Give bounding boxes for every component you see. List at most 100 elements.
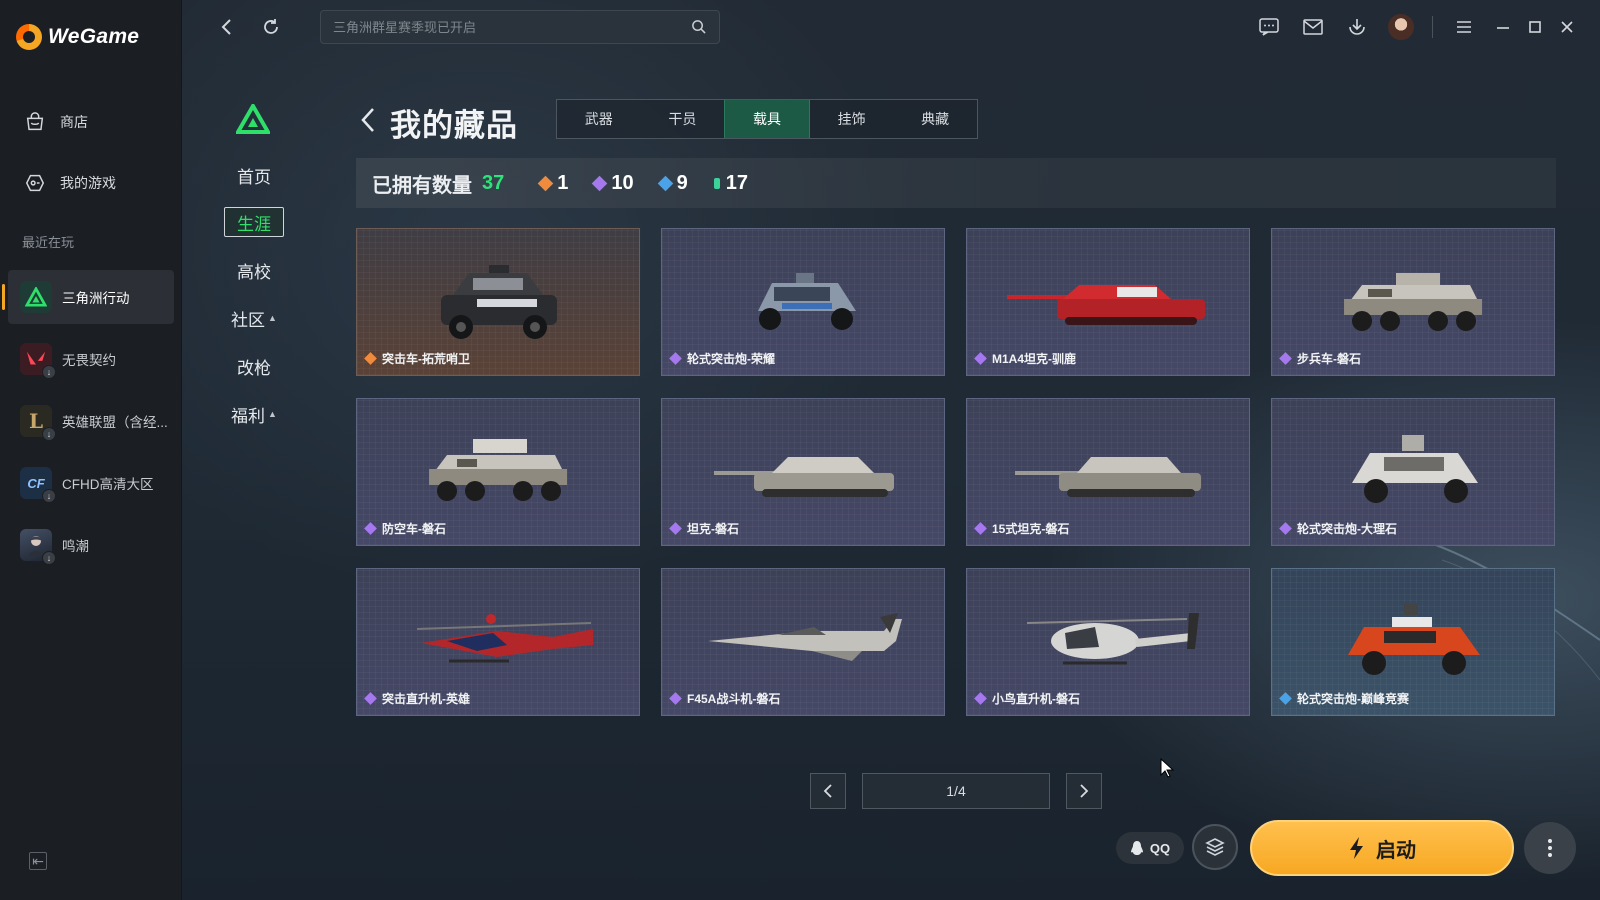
rarity-count-green: 17 [713, 172, 748, 195]
download-badge-icon: ↓ [42, 489, 56, 503]
collection-tabs: 武器 干员 载具 挂饰 典藏 [556, 99, 978, 139]
collection-item-card[interactable]: 步兵车-磐石 [1271, 228, 1555, 376]
page-title: 我的藏品 [390, 108, 518, 143]
game-nav-community[interactable]: 社区 ▲ [224, 303, 284, 333]
chevron-up-icon: ▲ [268, 313, 277, 323]
game-item-label: CFHD高清大区 [62, 477, 154, 492]
item-label: 轮式突击炮-大理石 [1279, 520, 1397, 537]
game-item-cfhd[interactable]: CF ↓ CFHD高清大区 [8, 456, 174, 510]
maximize-icon[interactable] [1522, 14, 1548, 40]
item-label: F45A战斗机-磐石 [669, 690, 781, 707]
tab-collectibles[interactable]: 典藏 [893, 100, 977, 138]
search-icon[interactable] [691, 19, 707, 35]
game-item-wuthering-waves[interactable]: ↓ 鸣潮 [8, 518, 174, 572]
chevron-left-icon [823, 784, 832, 798]
mouse-cursor-icon [1160, 758, 1174, 778]
game-nav-label: 社区 [231, 310, 266, 330]
vehicle-suv-white-icon [1352, 435, 1478, 503]
collection-item-card[interactable]: 15式坦克-磐石 [966, 398, 1250, 546]
start-game-button[interactable]: 启动 [1250, 820, 1514, 876]
back-nav-icon[interactable] [214, 14, 240, 40]
minimize-icon[interactable] [1490, 14, 1516, 40]
game-nav-home[interactable]: 首页 [224, 160, 284, 190]
recent-games-label: 最近在玩 [22, 235, 75, 250]
vehicle-tank-camo-icon [1015, 457, 1201, 497]
more-options-button[interactable] [1524, 822, 1576, 874]
collection-item-card[interactable]: 坦克-磐石 [661, 398, 945, 546]
lightning-icon [1350, 837, 1363, 859]
delta-force-icon [20, 281, 52, 313]
game-item-label: 无畏契约 [62, 353, 116, 368]
game-nav-gunsmith[interactable]: 改枪 [224, 351, 284, 381]
item-label: 小鸟直升机-磐石 [974, 690, 1080, 707]
item-label: 15式坦克-磐石 [974, 520, 1069, 537]
collection-item-card[interactable]: 防空车-磐石 [356, 398, 640, 546]
vehicle-heli-red-icon [416, 614, 593, 663]
vehicle-tank-red-icon [1007, 285, 1205, 325]
item-label: 轮式突击炮-荣耀 [669, 350, 775, 367]
close-icon[interactable] [1554, 14, 1580, 40]
game-nav-career[interactable]: 生涯 [224, 207, 284, 237]
sidebar-item-my-games[interactable]: 我的游戏 [8, 159, 174, 207]
item-name: 步兵车-磐石 [1297, 352, 1361, 366]
game-item-lol[interactable]: L ↓ 英雄联盟（含经... [8, 394, 174, 448]
tab-operators[interactable]: 干员 [641, 100, 725, 138]
search-bar[interactable] [320, 10, 720, 44]
collection-item-card[interactable]: M1A4坦克-驯鹿 [966, 228, 1250, 376]
refresh-icon[interactable] [258, 14, 284, 40]
purple-rarity-icon [974, 522, 987, 535]
cfhd-icon: CF ↓ [20, 467, 56, 503]
tab-vehicles[interactable]: 载具 [724, 100, 810, 138]
collection-item-card[interactable]: 突击车-拓荒哨卫 [356, 228, 640, 376]
item-name: 小鸟直升机-磐石 [992, 692, 1080, 706]
vehicle-suv-black-icon [441, 265, 557, 339]
item-name: 轮式突击炮-巅峰竞赛 [1297, 692, 1409, 706]
orange-rarity-icon [537, 175, 554, 191]
vehicle-apc-camo-icon [1344, 273, 1482, 331]
collection-item-card[interactable]: 突击直升机-英雄 [356, 568, 640, 716]
rarity-count-blue: 9 [657, 172, 688, 195]
item-label: 突击车-拓荒哨卫 [364, 350, 470, 367]
blue-rarity-icon [1279, 692, 1292, 705]
purple-rarity-icon [364, 522, 377, 535]
download-badge-icon: ↓ [42, 365, 56, 379]
next-page-button[interactable] [1066, 773, 1102, 809]
owned-label: 已拥有数量 [372, 174, 472, 197]
wegame-logo[interactable]: WeGame [16, 24, 139, 50]
layers-icon [1205, 838, 1225, 856]
game-item-valorant[interactable]: ↓ 无畏契约 [8, 332, 174, 386]
menu-icon[interactable] [1451, 14, 1477, 40]
game-settings-button[interactable] [1192, 824, 1238, 870]
qq-penguin-icon [1130, 841, 1143, 855]
collection-item-card[interactable]: 轮式突击炮-巅峰竞赛 [1271, 568, 1555, 716]
tab-charms[interactable]: 挂饰 [810, 100, 894, 138]
vehicle-buggy-blue-icon [758, 273, 856, 330]
game-item-delta-force[interactable]: 三角洲行动 [2, 270, 174, 324]
collection-item-card[interactable]: F45A战斗机-磐石 [661, 568, 945, 716]
download-manager-icon[interactable] [1344, 14, 1370, 40]
window-controls [1490, 14, 1580, 40]
chat-icon[interactable] [1256, 14, 1282, 40]
game-nav-label: 改枪 [237, 358, 271, 378]
back-chevron-icon[interactable] [360, 107, 376, 138]
prev-page-button[interactable] [810, 773, 846, 809]
collapse-sidebar-icon[interactable]: ⇤ [29, 852, 47, 870]
search-input[interactable] [333, 19, 691, 35]
collection-item-card[interactable]: 轮式突击炮-大理石 [1271, 398, 1555, 546]
item-name: F45A战斗机-磐石 [687, 692, 781, 706]
start-label: 启动 [1376, 839, 1416, 862]
chevron-right-icon [1080, 784, 1089, 798]
tab-weapons[interactable]: 武器 [557, 100, 641, 138]
qq-login-button[interactable]: QQ [1116, 832, 1184, 864]
mail-icon[interactable] [1300, 14, 1326, 40]
game-nav-welfare[interactable]: 福利 ▲ [224, 399, 284, 429]
user-avatar[interactable] [1388, 14, 1414, 40]
vehicle-tank-camo-icon [714, 457, 894, 497]
chevron-up-icon: ▲ [268, 409, 277, 419]
collection-item-card[interactable]: 小鸟直升机-磐石 [966, 568, 1250, 716]
game-nav-college[interactable]: 高校 [224, 255, 284, 285]
collection-item-card[interactable]: 轮式突击炮-荣耀 [661, 228, 945, 376]
sidebar-item-store[interactable]: 商店 [8, 98, 174, 146]
valorant-icon: ↓ [20, 343, 56, 379]
vehicle-heli-white-icon [1026, 613, 1199, 665]
